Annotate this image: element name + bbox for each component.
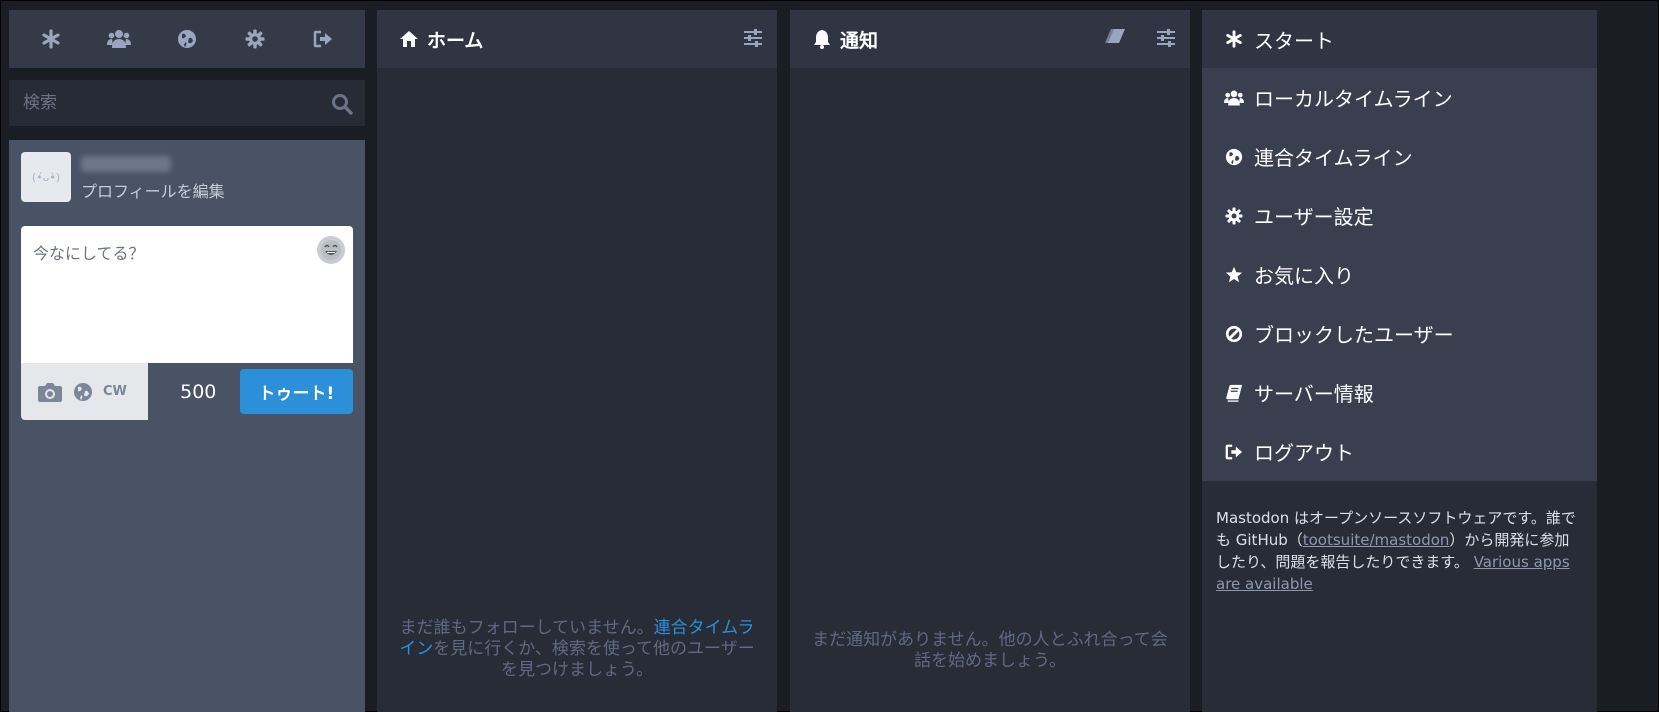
empty-message: まだ通知がありません。他の人とふれ合って会話を始めましょう。 [812,630,1168,671]
globe-icon [1224,148,1244,166]
compose-tools: CW [21,363,149,420]
notifications-column-header[interactable]: 通知 [790,10,1190,68]
sliders-icon[interactable] [1156,28,1176,48]
compose-nav [9,10,365,68]
bell-icon [812,29,832,49]
camera-icon[interactable] [37,381,63,403]
emoji-picker-icon[interactable] [317,236,345,264]
getting-started-header: スタート [1202,10,1597,68]
home-icon [399,30,419,48]
compose-textarea-wrap [21,226,353,363]
cw-button[interactable]: CW [103,384,127,399]
compose-textarea[interactable] [21,226,353,363]
menu-item-label: 連合タイムライン [1254,146,1413,170]
search-icon[interactable] [331,93,353,115]
globe-icon[interactable] [172,24,202,54]
menu-item-label: ローカルタイムライン [1254,87,1453,111]
sliders-icon[interactable] [743,28,763,48]
book-icon [1224,384,1244,402]
menu-item-logout[interactable]: ログアウト [1202,422,1597,481]
empty-message: まだ誰もフォローしていません。連合タイムラインを見に行くか、検索を使って他のユー… [399,618,755,681]
getting-started-column: スタート ローカルタイムライン 連合タイムライン ユーザー設定 お気に入り ブロ… [1202,10,1597,712]
asterisk-icon [1224,30,1244,48]
home-column: ホーム まだ誰もフォローしていません。連合タイムラインを見に行くか、検索を使って… [377,10,777,712]
avatar[interactable]: (•́ᴗ•̀) [21,152,71,202]
home-column-header[interactable]: ホーム [377,10,777,68]
navigation-bar: (•́ᴗ•̀) プロフィールを編集 [21,152,353,204]
globe-icon[interactable] [73,382,93,402]
users-icon[interactable] [104,24,134,54]
menu-item-about[interactable]: サーバー情報 [1202,363,1597,422]
github-link[interactable]: tootsuite/mastodon [1303,531,1450,549]
ban-icon [1224,325,1244,343]
asterisk-icon[interactable] [36,24,66,54]
footer-text: Mastodon はオープンソースソフトウェアです。誰でも GitHub（too… [1202,481,1597,595]
menu-item-label: お気に入り [1254,264,1354,288]
menu-item-blocks[interactable]: ブロックしたユーザー [1202,304,1597,363]
gear-icon[interactable] [240,24,270,54]
edit-profile-link[interactable]: プロフィールを編集 [81,178,225,202]
empty-text: まだ誰もフォローしていません。 [399,618,654,638]
compose-column: (•́ᴗ•̀) プロフィールを編集 CW 500 [9,10,365,712]
menu-item-federated-timeline[interactable]: 連合タイムライン [1202,127,1597,186]
compose-actions: CW 500 トゥート! [21,363,354,420]
search-box [9,80,365,126]
page-title: 通知 [840,29,879,52]
menu-item-preferences[interactable]: ユーザー設定 [1202,186,1597,245]
menu-item-label: ログアウト [1254,441,1354,465]
star-icon [1224,266,1244,284]
character-counter: 500 [180,380,217,403]
empty-text: を見に行くか、検索を使って他のユーザーを見つけましょう。 [433,639,755,680]
menu-item-label: ユーザー設定 [1254,205,1374,229]
menu-item-favourites[interactable]: お気に入り [1202,245,1597,304]
notifications-column: 通知 まだ通知がありません。他の人とふれ合って会話を始めましょう。 [790,10,1190,712]
display-name [81,156,171,172]
gear-icon [1224,206,1244,225]
compose-form: (•́ᴗ•̀) プロフィールを編集 CW 500 [9,140,365,712]
page-title: ホーム [427,29,484,52]
sign-out-icon[interactable] [308,24,338,54]
menu-item-local-timeline[interactable]: ローカルタイムライン [1202,68,1597,127]
users-icon [1224,89,1244,107]
sign-out-icon [1224,443,1244,461]
search-input[interactable] [21,92,305,114]
menu-item-label: サーバー情報 [1254,382,1374,406]
menu-item-label: ブロックしたユーザー [1254,323,1454,347]
page-title: スタート [1254,28,1334,53]
eraser-icon[interactable] [1104,28,1126,48]
toot-button[interactable]: トゥート! [239,369,354,414]
